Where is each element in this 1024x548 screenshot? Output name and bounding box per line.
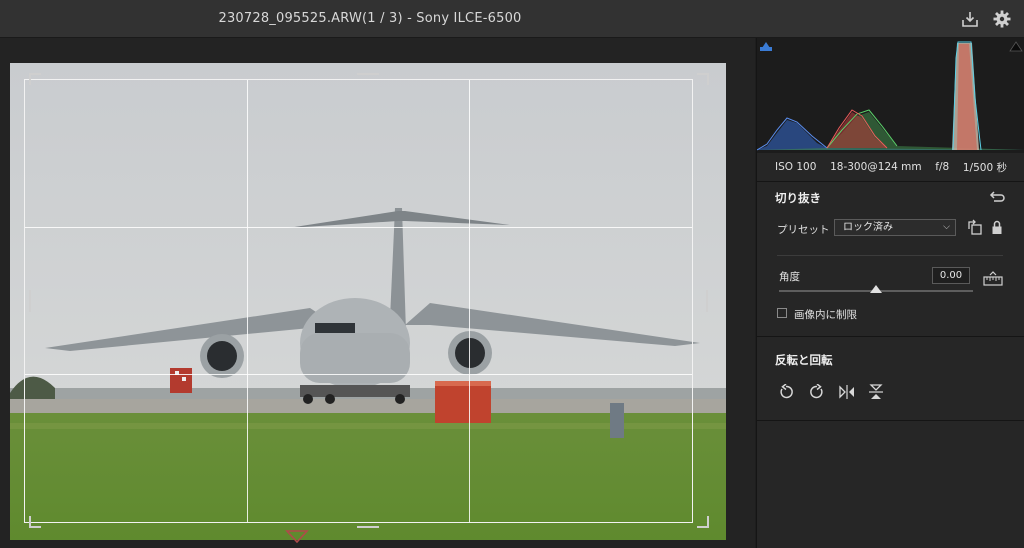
crop-handle-bottom[interactable] (357, 526, 379, 528)
warning-icon (285, 530, 309, 543)
rotate-right-icon[interactable] (809, 384, 825, 400)
straighten-tool-icon[interactable] (983, 271, 1003, 287)
grid-line (25, 227, 692, 228)
preset-select[interactable]: ロック済み ⌵ (834, 219, 956, 236)
crop-handle-left[interactable] (29, 290, 31, 312)
divider (757, 181, 1024, 182)
preset-value: ロック済み (843, 222, 893, 233)
shadow-clipping-icon[interactable] (759, 40, 773, 52)
shutter-value: 1/500 秒 (962, 161, 1007, 174)
crop-section-title: 切り抜き (775, 191, 821, 205)
right-panel: ISO 100 18-300@124 mm f/8 1/500 秒 切り抜き プ… (756, 38, 1024, 548)
angle-input[interactable]: 0.00 (932, 267, 970, 284)
title-bar: 230728_095525.ARW(1 / 3) - Sony ILCE-650… (0, 0, 1024, 38)
angle-slider-thumb[interactable] (870, 285, 882, 293)
lock-icon[interactable] (991, 220, 1003, 235)
rotate-left-icon[interactable] (778, 384, 794, 400)
highlight-clipping-icon[interactable] (1009, 40, 1023, 52)
download-icon[interactable] (960, 9, 980, 29)
transform-section-title: 反転と回転 (775, 353, 833, 367)
flip-vertical-icon[interactable] (868, 383, 884, 401)
crop-frame[interactable] (24, 79, 693, 523)
gear-icon[interactable] (992, 9, 1012, 29)
chevron-down-icon: ⌵ (943, 222, 950, 232)
crop-handle-top-right[interactable] (697, 73, 709, 85)
crop-handle-bottom-left[interactable] (29, 516, 41, 528)
histogram (757, 38, 1024, 153)
crop-handle-top-left[interactable] (29, 73, 41, 85)
window-title: 230728_095525.ARW(1 / 3) - Sony ILCE-650… (218, 11, 522, 26)
angle-label: 角度 (779, 271, 800, 283)
grid-line (247, 80, 248, 522)
iso-value: ISO 100 (775, 161, 817, 173)
grid-line (25, 374, 692, 375)
aperture-value: f/8 (935, 161, 950, 173)
divider (777, 255, 1003, 256)
flip-horizontal-icon[interactable] (838, 384, 856, 400)
crop-handle-bottom-right[interactable] (697, 516, 709, 528)
exif-info: ISO 100 18-300@124 mm f/8 1/500 秒 (757, 153, 1024, 181)
grid-line (469, 80, 470, 522)
preset-label: プリセット (777, 224, 830, 236)
reset-icon[interactable] (989, 190, 1005, 204)
constrain-label: 画像内に制限 (794, 309, 857, 321)
crop-handle-top[interactable] (357, 73, 379, 75)
divider (757, 420, 1024, 421)
crop-handle-right[interactable] (706, 290, 708, 312)
constrain-checkbox[interactable] (777, 308, 787, 318)
image-canvas[interactable] (0, 38, 755, 548)
divider (757, 336, 1024, 337)
swap-orientation-icon[interactable] (966, 219, 984, 237)
lens-value: 18-300@124 mm (830, 161, 922, 173)
